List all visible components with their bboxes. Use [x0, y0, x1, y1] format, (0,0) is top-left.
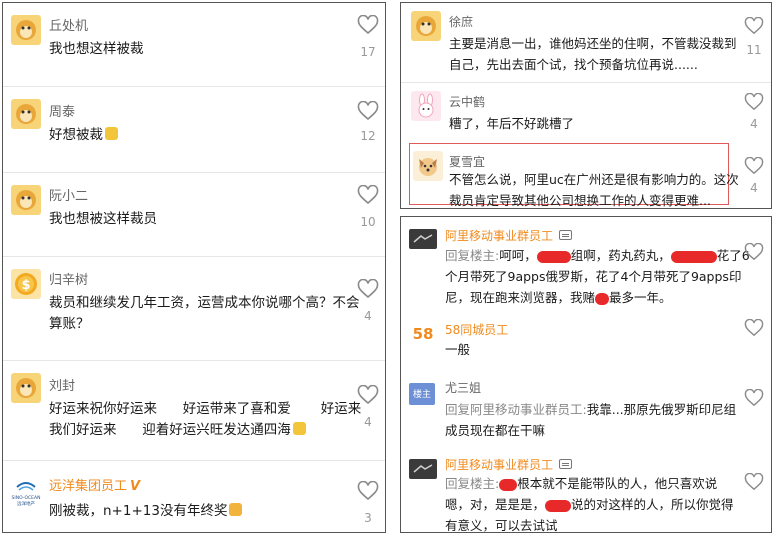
company-logo-avatar[interactable]: [409, 459, 437, 479]
monkey-avatar[interactable]: [411, 11, 441, 41]
username[interactable]: 远洋集团员工 V: [49, 475, 140, 494]
username[interactable]: 归辛树: [49, 269, 88, 288]
like-heart-icon[interactable]: [357, 185, 379, 205]
svg-text:$: $: [21, 278, 30, 293]
verified-icon: V: [130, 479, 141, 494]
username[interactable]: 阿里移动事业群员工: [445, 227, 573, 244]
comment-item: 丘处机 我也想这样被裁 17: [3, 3, 385, 87]
like-count: 17: [360, 45, 376, 59]
like-count: 4: [750, 181, 758, 195]
like-heart-icon[interactable]: [357, 15, 379, 35]
comment-text: 我也想这样被裁: [49, 41, 144, 57]
comment-text: 好想被裁: [49, 125, 118, 146]
like-heart-icon[interactable]: [744, 389, 764, 407]
comment-item: 刘封 好运来祝你好运来 好运带来了喜和爱 好运来 我们好运来 迎着好运兴旺发达通四…: [3, 361, 385, 461]
comment-text: 裁员和继续发几年工资，运营成本你说哪个高？不会 算账？: [49, 295, 360, 332]
comment-item: 阮小二 我也想被这样裁员 10: [3, 173, 385, 257]
comment-panel-left: 丘处机 我也想这样被裁 17 周泰 好想被裁 12 阮小二 我也想被这样裁员 1…: [2, 2, 386, 533]
comment-text: 回复楼主: 根本就不是能带队的人，他只喜欢说 嗯，对，是是是， 说的对这样的人，所以…: [445, 476, 734, 533]
comment-text: 我也想被这样裁员: [49, 211, 157, 227]
comment-text: 刚被裁，n+1+13没有年终奖: [49, 501, 243, 522]
username[interactable]: 周泰: [49, 101, 75, 120]
comment-item: SINO-OCEAN 远洋地产 远洋集团员工 V 刚被裁，n+1+13没有年终奖 3: [3, 461, 385, 532]
username[interactable]: 徐庶: [449, 13, 473, 30]
username[interactable]: 丘处机: [49, 15, 88, 34]
comment-item: 阿里移动事业群员工 回复楼主:呵呵， 组啊，药丸药丸， 花了6 个月带死了9apps…: [401, 217, 771, 307]
comment-text: 主要是消息一出，谁他妈还坐的住啊，不管裁没裁到 自己，先出去面个试，找个预备坑位再…: [449, 36, 737, 72]
comment-text: 一般: [445, 342, 471, 357]
like-count: 4: [364, 309, 372, 323]
like-heart-icon[interactable]: [744, 473, 764, 491]
like-heart-icon[interactable]: [744, 319, 764, 337]
monkey-avatar[interactable]: [11, 99, 41, 129]
logo-text: 58: [413, 325, 434, 343]
comment-text: 回复阿里移动事业群员工:我靠...那原先俄罗斯印尼组 成员现在都在干嘛: [445, 402, 737, 438]
redaction-mark: [545, 499, 572, 512]
like-count: 10: [360, 215, 376, 229]
logo-text: SINO-OCEAN: [12, 495, 41, 501]
coin-avatar[interactable]: $: [11, 269, 41, 299]
comment-item: 云中鹤 糟了，年后不好跳槽了 4: [401, 83, 771, 141]
company-logo-avatar[interactable]: [409, 229, 437, 249]
comment-item: 周泰 好想被裁 12: [3, 87, 385, 173]
tag-icon: [559, 230, 573, 240]
comment-item: $ 归辛树 裁员和继续发几年工资，运营成本你说哪个高？不会 算账？ 4: [3, 257, 385, 361]
like-count: 4: [750, 117, 758, 131]
username[interactable]: 云中鹤: [449, 93, 485, 110]
avatar-label: 楼主: [412, 390, 431, 400]
like-heart-icon[interactable]: [357, 385, 379, 405]
like-count: 11: [746, 43, 762, 57]
comment-item: 夏雪宜 不管怎么说，阿里uc在广州还是很有影响力的。这次 裁员肯定导致其他公司想换…: [401, 143, 771, 208]
monkey-avatar[interactable]: [11, 373, 41, 403]
monkey-avatar[interactable]: [11, 185, 41, 215]
like-count: 12: [360, 129, 376, 143]
redaction-mark: [536, 250, 571, 263]
comment-text: 不管怎么说，阿里uc在广州还是很有影响力的。这次 裁员肯定导致其他公司想换工作的人…: [449, 172, 739, 208]
comment-item: 58 58同城员工 一般: [401, 309, 771, 369]
comment-panel-right-top: 徐庶 主要是消息一出，谁他妈还坐的住啊，不管裁没裁到 自己，先出去面个试，找个预备…: [400, 2, 772, 209]
comment-item: 楼主 尤三姐 回复阿里移动事业群员工:我靠...那原先俄罗斯印尼组 成员现在都在…: [401, 369, 771, 449]
like-heart-icon[interactable]: [357, 279, 379, 299]
username[interactable]: 夏雪宜: [449, 153, 485, 170]
redaction-mark: [670, 250, 717, 263]
like-heart-icon[interactable]: [357, 101, 379, 121]
comment-panel-right-bottom: 阿里移动事业群员工 回复楼主:呵呵， 组啊，药丸药丸， 花了6 个月带死了9apps…: [400, 216, 772, 533]
dog-avatar[interactable]: [413, 151, 443, 181]
comment-text: 回复楼主:呵呵， 组啊，药丸药丸， 花了6 个月带死了9apps俄罗斯，花了4个月带…: [445, 248, 750, 305]
emoji-icon: [105, 127, 118, 140]
tag-icon: [559, 459, 573, 469]
logo-text: 远洋地产: [17, 500, 35, 507]
like-heart-icon[interactable]: [744, 157, 764, 175]
like-count: 3: [364, 511, 372, 525]
like-count: 4: [364, 415, 372, 429]
company-logo-avatar[interactable]: 58: [409, 321, 437, 345]
company-logo-avatar[interactable]: SINO-OCEAN 远洋地产: [9, 475, 43, 509]
rabbit-avatar[interactable]: [411, 91, 441, 121]
monkey-avatar[interactable]: [11, 15, 41, 45]
username[interactable]: 阮小二: [49, 185, 88, 204]
redaction-mark: [595, 292, 610, 305]
comment-text: 好运来祝你好运来 好运带来了喜和爱 好运来 我们好运来 迎着好运兴旺发达通四海: [49, 401, 362, 438]
like-heart-icon[interactable]: [744, 243, 764, 261]
op-avatar[interactable]: 楼主: [409, 383, 435, 405]
comment-text: 糟了，年后不好跳槽了: [449, 116, 575, 131]
like-heart-icon[interactable]: [744, 17, 764, 35]
comment-item: 徐庶 主要是消息一出，谁他妈还坐的住啊，不管裁没裁到 自己，先出去面个试，找个预备…: [401, 3, 771, 83]
username[interactable]: 58同城员工: [445, 321, 508, 338]
username[interactable]: 刘封: [49, 375, 75, 394]
like-heart-icon[interactable]: [744, 93, 764, 111]
username[interactable]: 尤三姐: [445, 379, 481, 396]
like-heart-icon[interactable]: [357, 481, 379, 501]
emoji-icon: [229, 503, 243, 516]
username[interactable]: 阿里移动事业群员工: [445, 456, 573, 473]
redaction-mark: [499, 478, 518, 491]
comment-item: 阿里移动事业群员工 回复楼主: 根本就不是能带队的人，他只喜欢说 嗯，对，是是是，…: [401, 451, 771, 533]
emoji-icon: [292, 422, 306, 435]
